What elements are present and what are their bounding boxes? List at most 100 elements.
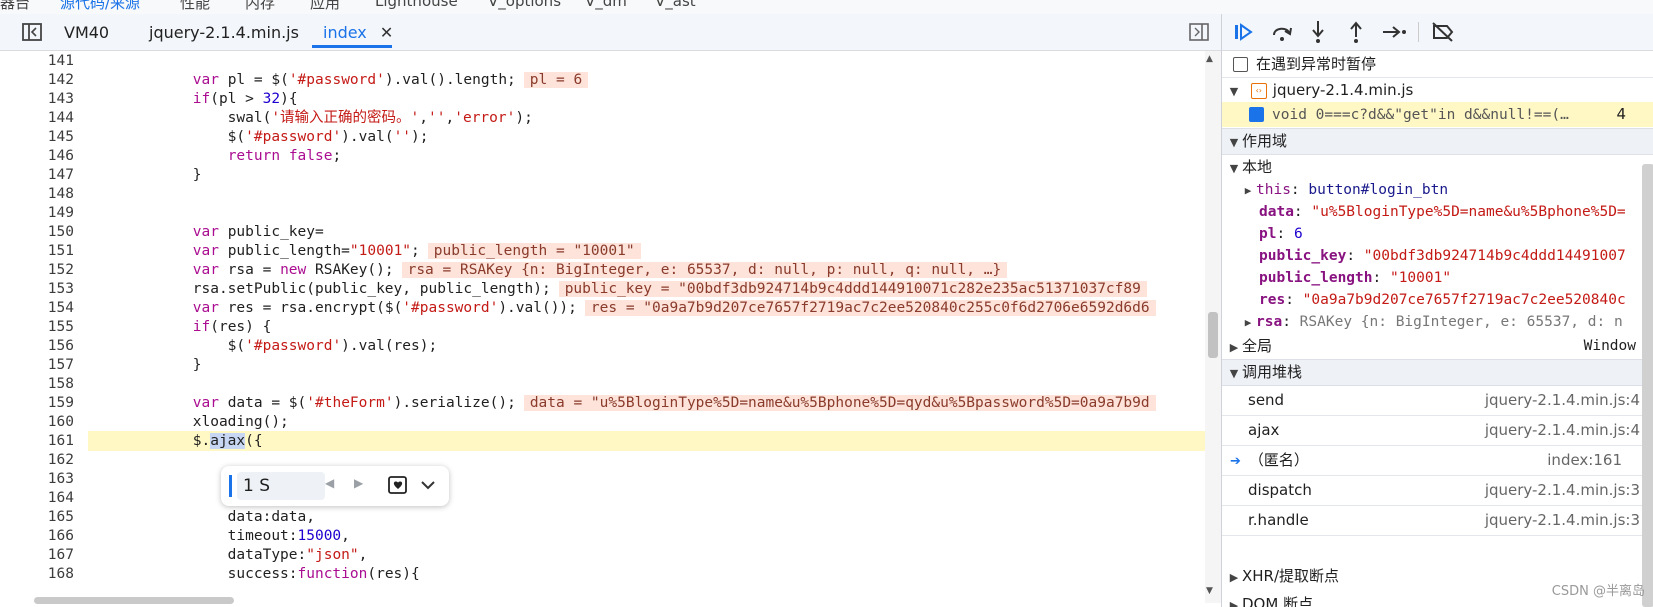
expand-triangle-icon[interactable]: ▶	[1226, 593, 1242, 607]
expand-triangle-icon[interactable]: ▶	[1240, 310, 1256, 335]
callstack-section-header[interactable]: ▼ 调用堆栈	[1222, 359, 1653, 386]
line-number[interactable]: 165	[14, 507, 74, 527]
callstack-frame[interactable]: send jquery-2.1.4.min.js:4	[1222, 386, 1653, 416]
code-line[interactable]: 141	[0, 51, 1205, 71]
line-number[interactable]: 147	[14, 165, 74, 185]
local-scope-row[interactable]: ▼ 本地	[1222, 155, 1653, 180]
code-line[interactable]: 163	[0, 469, 1205, 489]
line-number[interactable]: 143	[14, 89, 74, 109]
line-number[interactable]: 162	[14, 450, 74, 470]
code-line[interactable]: 164 type:"POST",	[0, 488, 1205, 508]
line-number[interactable]: 153	[14, 279, 74, 299]
line-number[interactable]: 149	[14, 203, 74, 223]
code-line[interactable]: 159 var data = $('#theForm').serialize()…	[0, 393, 1205, 413]
expand-triangle-icon[interactable]: ▶	[1226, 565, 1242, 589]
line-number[interactable]: 167	[14, 545, 74, 565]
menu-item[interactable]: 内存	[245, 0, 275, 13]
line-number[interactable]: 151	[14, 241, 74, 261]
step-icon[interactable]	[1380, 21, 1408, 43]
code-line[interactable]: 168 success:function(res){	[0, 564, 1205, 584]
code-line[interactable]: 148	[0, 184, 1205, 204]
menu-item[interactable]: V_dm	[585, 0, 627, 10]
line-number[interactable]: 163	[14, 469, 74, 489]
callstack-frame[interactable]: r.handle jquery-2.1.4.min.js:3	[1222, 506, 1653, 536]
code-line[interactable]: 145 $('#password').val('');	[0, 127, 1205, 147]
code-line[interactable]: 160 xloading();	[0, 412, 1205, 432]
line-number[interactable]: 154	[14, 298, 74, 318]
popup-value-field[interactable]: 1 S	[237, 472, 325, 500]
deactivate-breakpoints-icon[interactable]	[1430, 21, 1456, 43]
collapse-triangle-icon[interactable]: ▼	[1226, 130, 1242, 154]
line-number[interactable]: 155	[14, 317, 74, 337]
menu-item[interactable]: V_options	[488, 0, 561, 10]
editor-scroll-thumb[interactable]	[1208, 312, 1218, 358]
scroll-up-arrow-icon[interactable]: ▲	[1206, 54, 1213, 64]
code-line[interactable]: 146 return false;	[0, 146, 1205, 166]
breakpoint-row[interactable]: void 0===c?d&&"get"in d&&null!==(… 4	[1222, 102, 1653, 127]
callstack-frame-current[interactable]: ➔ （匿名） index:161	[1222, 446, 1653, 476]
menu-item[interactable]: 源代码/来源	[60, 0, 140, 13]
toggle-debugger-icon[interactable]	[1187, 21, 1211, 43]
collapse-triangle-icon[interactable]: ▼	[1226, 361, 1242, 385]
line-number[interactable]: 161	[14, 431, 74, 451]
line-number[interactable]: 166	[14, 526, 74, 546]
scroll-down-arrow-icon[interactable]: ▼	[1206, 586, 1213, 596]
line-number[interactable]: 156	[14, 336, 74, 356]
step-into-icon[interactable]	[1308, 19, 1328, 45]
line-number[interactable]: 146	[14, 146, 74, 166]
line-number[interactable]: 164	[14, 488, 74, 508]
menu-item[interactable]: 器台	[0, 0, 30, 13]
previous-arrow-icon[interactable]: ◀	[325, 476, 334, 490]
line-number[interactable]: 144	[14, 108, 74, 128]
expand-triangle-icon[interactable]: ▶	[1226, 335, 1242, 359]
expand-triangle-icon[interactable]: ▼	[1226, 79, 1242, 103]
code-line[interactable]: 161 $.ajax({	[0, 431, 1205, 451]
scope-section-header[interactable]: ▼ 作用域	[1222, 128, 1653, 155]
line-number[interactable]: 141	[14, 51, 74, 71]
tab-vm40[interactable]: VM40	[64, 20, 109, 46]
step-over-icon[interactable]	[1270, 21, 1294, 43]
line-number[interactable]: 152	[14, 260, 74, 280]
callstack-frame[interactable]: dispatch jquery-2.1.4.min.js:3	[1222, 476, 1653, 506]
breakpoint-file-row[interactable]: ▼ ‹› jquery-2.1.4.min.js	[1222, 77, 1653, 103]
code-line[interactable]: 166 timeout:15000,	[0, 526, 1205, 546]
sidebar-scrollbar[interactable]	[1642, 164, 1653, 607]
line-number[interactable]: 157	[14, 355, 74, 375]
resume-icon[interactable]	[1232, 21, 1256, 43]
editor-horizontal-scroll-thumb[interactable]	[34, 597, 234, 604]
pause-on-exception-checkbox[interactable]	[1233, 57, 1248, 72]
menu-item[interactable]: Lighthouse	[375, 0, 458, 10]
code-line[interactable]: 142 var pl = $('#password').val().length…	[0, 70, 1205, 90]
code-line[interactable]: 155 if(res) {	[0, 317, 1205, 337]
code-line[interactable]: 152 var rsa = new RSAKey(); rsa = RSAKey …	[0, 260, 1205, 280]
code-line[interactable]: 167 dataType:"json",	[0, 545, 1205, 565]
toggle-navigator-icon[interactable]	[20, 21, 44, 43]
chevron-down-icon[interactable]	[419, 476, 437, 498]
expand-triangle-icon[interactable]: ▼	[1226, 156, 1242, 180]
code-line[interactable]: 156 $('#password').val(res);	[0, 336, 1205, 356]
code-line[interactable]: 165 data:data,	[0, 507, 1205, 527]
callstack-frame[interactable]: ajax jquery-2.1.4.min.js:4	[1222, 416, 1653, 446]
code-line[interactable]: 147 }	[0, 165, 1205, 185]
menu-item[interactable]: V_ast	[655, 0, 696, 10]
code-line[interactable]: 144 swal('请输入正确的密码。','','error');	[0, 108, 1205, 128]
line-number[interactable]: 158	[14, 374, 74, 394]
next-arrow-icon[interactable]: ▶	[354, 476, 363, 490]
code-line[interactable]: 151 var public_length="10001"; public_len…	[0, 241, 1205, 261]
bookmark-heart-icon[interactable]	[387, 474, 409, 500]
line-number[interactable]: 148	[14, 184, 74, 204]
code-line[interactable]: 149	[0, 203, 1205, 223]
code-line[interactable]: 158	[0, 374, 1205, 394]
line-number[interactable]: 142	[14, 70, 74, 90]
code-line[interactable]: 162	[0, 450, 1205, 470]
line-number[interactable]: 145	[14, 127, 74, 147]
code-line[interactable]: 154 var res = rsa.encrypt($('#password')…	[0, 298, 1205, 318]
line-number[interactable]: 168	[14, 564, 74, 584]
pause-on-exception-row[interactable]: 在遇到异常时暂停	[1222, 52, 1653, 77]
code-editor[interactable]: 141 142 var pl = $('#password').val().le…	[0, 51, 1205, 595]
code-line[interactable]: 143 if(pl > 32){	[0, 89, 1205, 109]
line-number[interactable]: 159	[14, 393, 74, 413]
code-line[interactable]: 153 rsa.setPublic(public_key, public_len…	[0, 279, 1205, 299]
line-number[interactable]: 150	[14, 222, 74, 242]
scope-var-rsa[interactable]: ▶ rsa: RSAKey {n: BigInteger, e: 65537, d…	[1222, 310, 1653, 335]
